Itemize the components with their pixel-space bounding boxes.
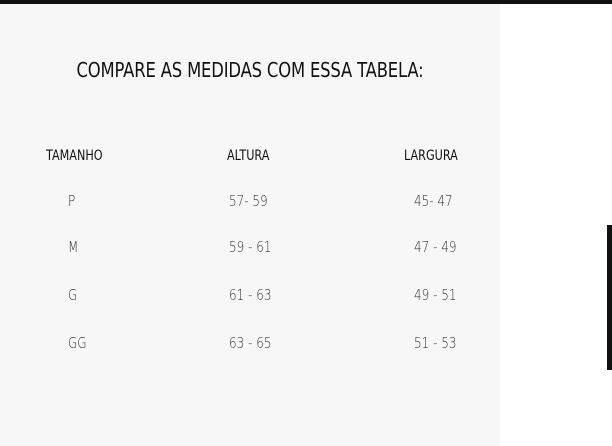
row-m-altura: 59 - 61 <box>229 238 272 256</box>
row-p-largura: 45- 47 <box>414 192 453 210</box>
row-g-altura: 61 - 63 <box>229 286 272 304</box>
header-altura: ALTURA <box>227 148 270 164</box>
row-gg-largura: 51 - 53 <box>414 334 457 352</box>
row-g-largura: 49 - 51 <box>414 286 457 304</box>
size-chart-title: COMPARE AS MEDIDAS COM ESSA TABELA: <box>76 58 424 82</box>
row-m-largura: 47 - 49 <box>414 238 457 256</box>
row-g-tamanho: G <box>68 286 78 304</box>
header-largura: LARGURA <box>404 148 458 164</box>
header-tamanho: TAMANHO <box>46 148 103 164</box>
row-p-altura: 57- 59 <box>229 192 268 210</box>
right-edge-bar <box>607 225 612 370</box>
row-m-tamanho: M <box>68 238 79 256</box>
row-gg-tamanho: GG <box>68 334 87 352</box>
row-gg-altura: 63 - 65 <box>229 334 272 352</box>
row-p-tamanho: P <box>68 192 76 210</box>
size-chart-panel: COMPARE AS MEDIDAS COM ESSA TABELA: TAMA… <box>0 4 500 446</box>
